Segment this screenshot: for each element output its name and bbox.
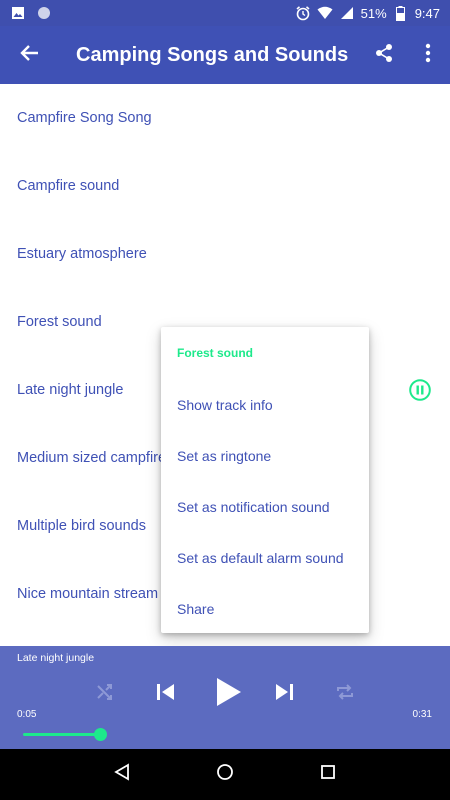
player-bar: Late night jungle 0:05 0:31	[0, 646, 450, 749]
clock: 9:47	[414, 5, 440, 21]
skip-next-icon	[274, 681, 296, 708]
more-vert-icon	[425, 43, 431, 68]
screen: 51% 9:47 Camping Songs and Sounds Campfi…	[0, 0, 450, 800]
image-icon	[10, 5, 26, 21]
menu-item-set-alarm[interactable]: Set as default alarm sound	[161, 532, 369, 583]
shuffle-button[interactable]	[89, 678, 121, 710]
previous-button[interactable]	[149, 678, 181, 710]
battery-icon	[393, 5, 409, 21]
battery-percent: 51%	[360, 5, 387, 21]
list-item-label: Late night jungle	[17, 382, 124, 398]
seek-progress	[23, 733, 100, 736]
more-options-button[interactable]	[406, 26, 450, 84]
page-title: Camping Songs and Sounds	[76, 43, 349, 66]
menu-item-set-notification[interactable]: Set as notification sound	[161, 481, 369, 532]
menu-item-show-track-info[interactable]: Show track info	[161, 379, 369, 430]
total-duration: 0:31	[412, 709, 432, 720]
list-item-label: Forest sound	[17, 314, 102, 330]
nav-home-button[interactable]	[210, 760, 240, 790]
nav-recents-button[interactable]	[313, 760, 343, 790]
circle-icon	[36, 5, 52, 21]
list-item-label: Medium sized campfire	[17, 450, 167, 466]
menu-item-share[interactable]: Share	[161, 583, 369, 634]
triangle-back-icon	[113, 763, 130, 786]
play-button[interactable]	[210, 676, 246, 712]
pause-circle-icon[interactable]	[409, 379, 431, 401]
alarm-icon	[295, 5, 311, 21]
list-item-label: Campfire Song Song	[17, 110, 152, 126]
back-button[interactable]	[0, 26, 60, 84]
list-item[interactable]: Estuary atmosphere	[0, 220, 450, 288]
elapsed-time: 0:05	[17, 709, 37, 720]
app-bar: Camping Songs and Sounds	[0, 26, 450, 84]
back-arrow-icon	[20, 43, 40, 68]
repeat-icon	[334, 682, 356, 707]
nav-back-button[interactable]	[107, 760, 137, 790]
share-icon	[374, 43, 394, 68]
list-item[interactable]: Campfire sound	[0, 152, 450, 220]
menu-item-set-ringtone[interactable]: Set as ringtone	[161, 430, 369, 481]
list-item-label: Nice mountain stream	[17, 586, 159, 602]
play-icon	[214, 677, 242, 712]
status-bar: 51% 9:47	[0, 0, 450, 26]
next-button[interactable]	[269, 678, 301, 710]
signal-icon	[339, 5, 355, 21]
circle-home-icon	[216, 763, 234, 786]
list-item[interactable]: Campfire Song Song	[0, 84, 450, 152]
square-recents-icon	[320, 764, 336, 785]
seek-thumb[interactable]	[94, 728, 107, 741]
list-item-label: Campfire sound	[17, 178, 120, 194]
list-item-label: Multiple bird sounds	[17, 518, 146, 534]
shuffle-icon	[95, 682, 115, 707]
skip-previous-icon	[154, 681, 176, 708]
navigation-bar	[0, 749, 450, 800]
menu-header: Forest sound	[177, 346, 254, 360]
share-button[interactable]	[362, 26, 406, 84]
list-item-label: Estuary atmosphere	[17, 246, 147, 262]
wifi-icon	[317, 5, 333, 21]
repeat-button[interactable]	[329, 678, 361, 710]
context-menu: Forest sound Show track info Set as ring…	[161, 327, 369, 633]
now-playing-title: Late night jungle	[17, 652, 95, 664]
